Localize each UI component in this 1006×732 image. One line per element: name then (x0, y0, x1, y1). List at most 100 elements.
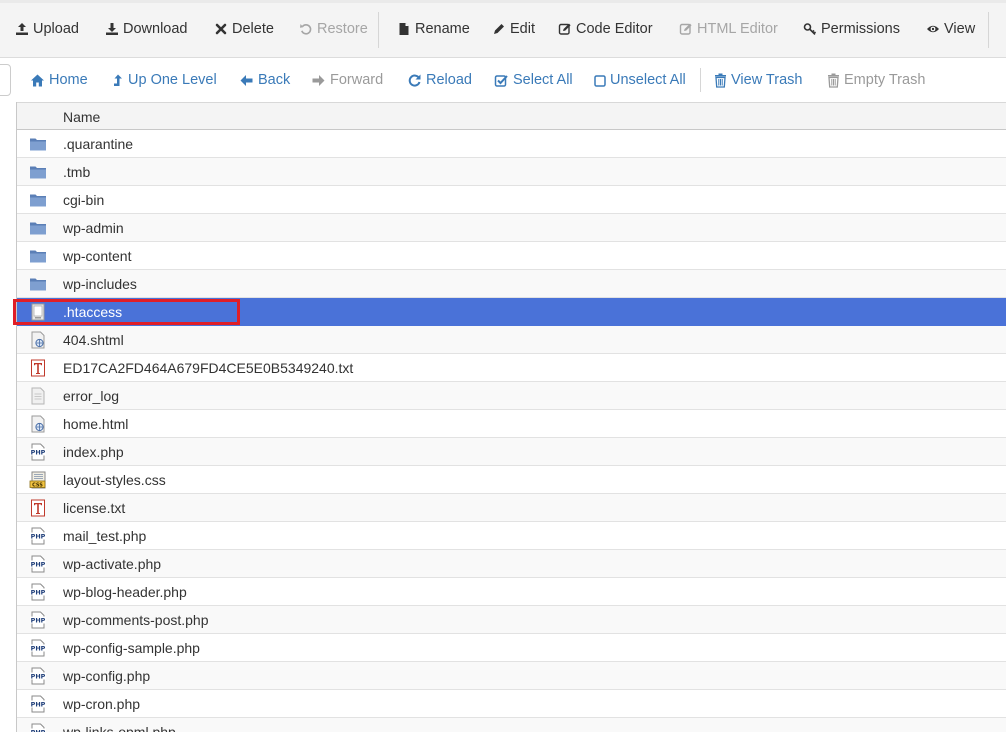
view-trash-label: View Trash (731, 72, 803, 88)
restore-icon (299, 22, 313, 36)
rename-icon (397, 22, 411, 36)
html-editor-button[interactable]: HTML Editor (679, 19, 778, 39)
file-name: .htaccess (63, 304, 123, 320)
file-row[interactable]: PHP wp-config-sample.php (17, 634, 1006, 662)
code-editor-icon (558, 22, 572, 36)
svg-text:PHP: PHP (31, 672, 46, 680)
svg-text:PHP: PHP (31, 700, 46, 708)
path-input-edge[interactable] (0, 64, 11, 96)
unselect-all-label: Unselect All (610, 72, 686, 88)
rename-button[interactable]: Rename (397, 19, 470, 39)
view-label: View (944, 21, 976, 37)
file-name: index.php (63, 444, 124, 460)
svg-text:PHP: PHP (31, 560, 46, 568)
code-editor-button[interactable]: Code Editor (558, 19, 653, 39)
edit-button[interactable]: Edit (492, 19, 535, 39)
file-table-header: Name (17, 102, 1006, 130)
folder-icon (29, 275, 47, 293)
text-file-icon (29, 359, 47, 377)
reload-button[interactable]: Reload (407, 70, 472, 90)
file-name: wp-content (63, 248, 132, 264)
unselect-all-button[interactable]: Unselect All (594, 70, 686, 90)
download-button[interactable]: Download (105, 19, 188, 39)
svg-text:PHP: PHP (31, 532, 46, 540)
svg-text:PHP: PHP (31, 728, 46, 732)
svg-text:PHP: PHP (31, 448, 46, 456)
php-file-icon: PHP (29, 555, 47, 573)
php-file-icon: PHP (29, 443, 47, 461)
php-file-icon: PHP (29, 583, 47, 601)
restore-button[interactable]: Restore (299, 19, 368, 39)
file-row[interactable]: 404.shtml (17, 326, 1006, 354)
htaccess-file-icon (29, 303, 47, 321)
toolbar-divider-right (988, 12, 989, 48)
file-row[interactable]: PHP index.php (17, 438, 1006, 466)
checkbox-empty-icon (594, 73, 606, 88)
upload-icon (15, 22, 29, 36)
navbar-divider (700, 68, 701, 92)
forward-button[interactable]: Forward (311, 70, 383, 90)
file-row[interactable]: license.txt (17, 494, 1006, 522)
file-row[interactable]: wp-admin (17, 214, 1006, 242)
file-row[interactable]: PHP wp-config.php (17, 662, 1006, 690)
file-row[interactable]: .tmb (17, 158, 1006, 186)
back-button[interactable]: Back (239, 70, 290, 90)
file-row[interactable]: ED17CA2FD464A679FD4CE5E0B5349240.txt (17, 354, 1006, 382)
file-name: home.html (63, 416, 129, 432)
php-file-icon: PHP (29, 695, 47, 713)
file-row[interactable]: cgi-bin (17, 186, 1006, 214)
arrow-right-icon (311, 73, 326, 88)
home-label: Home (49, 72, 88, 88)
file-row[interactable]: PHP wp-comments-post.php (17, 606, 1006, 634)
view-button[interactable]: View (926, 19, 975, 39)
select-all-button[interactable]: Select All (494, 70, 573, 90)
html-editor-label: HTML Editor (697, 21, 778, 37)
name-column-header[interactable]: Name (63, 109, 100, 125)
checkbox-checked-icon (494, 73, 509, 88)
upload-button[interactable]: Upload (15, 19, 79, 39)
up-one-level-label: Up One Level (128, 72, 217, 88)
select-all-label: Select All (513, 72, 573, 88)
file-row[interactable]: wp-includes (17, 270, 1006, 298)
file-name: license.txt (63, 500, 126, 516)
file-name: wp-admin (63, 220, 124, 236)
file-row[interactable]: CSS layout-styles.css (17, 466, 1006, 494)
empty-trash-button[interactable]: Empty Trash (827, 70, 925, 90)
delete-label: Delete (232, 21, 274, 37)
trash-icon (714, 73, 727, 88)
action-toolbar: Upload Download Delete Restore Rename Ed… (0, 0, 1006, 58)
folder-icon (29, 191, 47, 209)
file-name: wp-activate.php (63, 556, 162, 572)
file-row[interactable]: wp-content (17, 242, 1006, 270)
folder-icon (29, 135, 47, 153)
permissions-label: Permissions (821, 21, 900, 37)
file-row[interactable]: PHP wp-cron.php (17, 690, 1006, 718)
eye-icon (926, 22, 940, 36)
delete-button[interactable]: Delete (214, 19, 274, 39)
file-row[interactable]: error_log (17, 382, 1006, 410)
forward-label: Forward (330, 72, 384, 88)
file-row[interactable]: PHP mail_test.php (17, 522, 1006, 550)
svg-text:PHP: PHP (31, 588, 46, 596)
key-icon (803, 22, 817, 36)
level-up-icon (113, 73, 124, 88)
upload-label: Upload (33, 21, 79, 37)
navigation-bar: Home Up One Level Back Forward Reload Se… (0, 58, 1006, 102)
file-row[interactable]: PHP wp-links-opml.php (17, 718, 1006, 732)
up-one-level-button[interactable]: Up One Level (113, 70, 217, 90)
permissions-button[interactable]: Permissions (803, 19, 900, 39)
file-name: wp-config-sample.php (63, 640, 200, 656)
file-row[interactable]: home.html (17, 410, 1006, 438)
empty-trash-label: Empty Trash (844, 72, 926, 88)
php-file-icon: PHP (29, 667, 47, 685)
file-row[interactable]: PHP wp-blog-header.php (17, 578, 1006, 606)
file-name: wp-links-opml.php (63, 724, 176, 732)
file-row[interactable]: .quarantine (17, 130, 1006, 158)
php-file-icon: PHP (29, 527, 47, 545)
file-row[interactable]: .htaccess (17, 298, 1006, 326)
home-button[interactable]: Home (30, 70, 88, 90)
php-file-icon: PHP (29, 611, 47, 629)
file-name: .tmb (63, 164, 91, 180)
file-row[interactable]: PHP wp-activate.php (17, 550, 1006, 578)
view-trash-button[interactable]: View Trash (714, 70, 802, 90)
